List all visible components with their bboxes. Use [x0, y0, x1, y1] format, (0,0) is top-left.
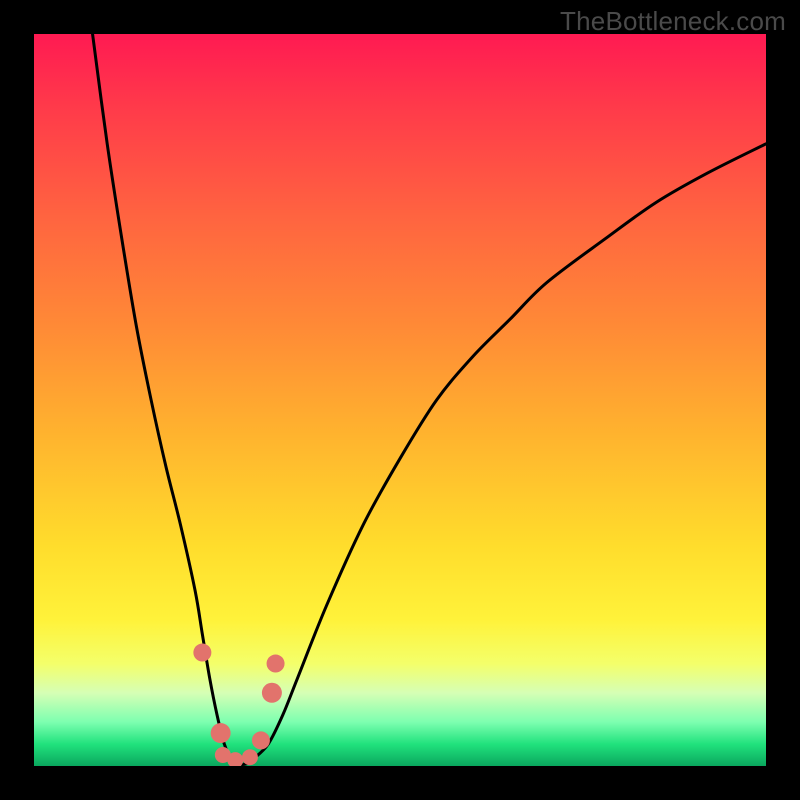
data-marker: [193, 644, 211, 662]
data-marker: [242, 749, 258, 765]
plot-area: [34, 34, 766, 766]
data-marker: [267, 655, 285, 673]
data-marker: [211, 723, 231, 743]
bottleneck-curve: [93, 34, 766, 764]
chart-frame: TheBottleneck.com: [0, 0, 800, 800]
data-marker: [262, 683, 282, 703]
bottleneck-chart: [34, 34, 766, 766]
watermark-text: TheBottleneck.com: [560, 6, 786, 37]
data-marker: [252, 731, 270, 749]
